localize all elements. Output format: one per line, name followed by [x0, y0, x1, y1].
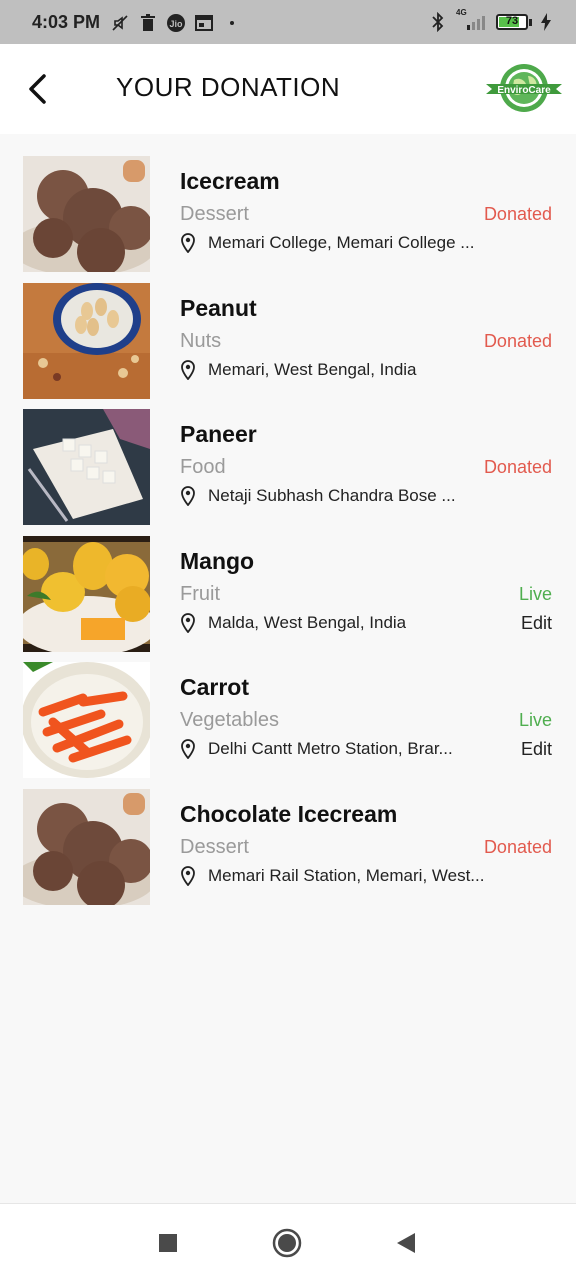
jio-icon: Jio — [166, 13, 186, 33]
status-badge: Donated — [483, 330, 552, 351]
donation-location: Memari College, Memari College ... — [208, 233, 475, 252]
battery-tip — [529, 18, 532, 26]
donation-info: Mango Fruit Live Malda, West Bengal, Ind… — [180, 546, 552, 635]
donation-item[interactable]: Icecream Dessert Donated Memari College,… — [0, 150, 576, 277]
location-pin-icon — [181, 739, 195, 759]
donation-info: Carrot Vegetables Live Delhi Cantt Metro… — [180, 672, 552, 761]
donation-image — [23, 156, 150, 272]
donation-name: Peanut — [180, 294, 257, 321]
donation-image — [23, 788, 150, 905]
donation-name: Carrot — [180, 674, 250, 700]
status-badge: Live — [518, 710, 552, 730]
donation-category: Vegetables — [180, 709, 279, 731]
donation-item[interactable]: Paneer Food Donated Netaji Subhash Chand… — [0, 403, 576, 530]
status-badge: Donated — [483, 457, 552, 477]
donation-meta: Fruit Live — [180, 581, 552, 607]
donation-location: Malda, West Bengal, India — [208, 612, 407, 632]
donation-item[interactable]: Peanut Nuts Donated Memari, West Bengal,… — [0, 277, 576, 404]
donation-info: Icecream Dessert Donated Memari College,… — [180, 166, 552, 255]
donation-name: Mango — [180, 547, 255, 574]
edit-button[interactable]: Edit — [521, 611, 552, 635]
logo-text: EnviroCare — [497, 85, 551, 96]
donation-item[interactable]: Chocolate Icecream Dessert Donated Memar… — [0, 783, 576, 910]
signal-icon: 4G — [456, 8, 488, 32]
home-circle-icon[interactable] — [272, 1228, 302, 1258]
donation-item[interactable]: Mango Fruit Live Malda, West Bengal, Ind… — [0, 530, 576, 657]
battery-level: 73 — [505, 15, 519, 27]
bluetooth-icon — [428, 12, 448, 32]
donation-image — [23, 282, 150, 399]
dot-icon — [222, 13, 242, 33]
calendar-icon — [194, 13, 214, 33]
donation-image — [23, 662, 150, 778]
donation-info: Peanut Nuts Donated Memari, West Bengal,… — [180, 293, 552, 382]
recents-square-icon[interactable] — [159, 1234, 177, 1252]
back-triangle-icon[interactable] — [395, 1232, 417, 1254]
status-system-icons: 4G 73 — [428, 8, 552, 32]
system-nav-bar — [0, 1203, 576, 1281]
envirocare-logo: EnviroCare — [484, 62, 564, 114]
battery-icon: 73 — [496, 14, 528, 30]
edit-button[interactable]: Edit — [521, 737, 552, 761]
page-title: YOUR DONATION — [116, 72, 341, 102]
status-badge: Donated — [483, 204, 552, 224]
donation-location-row: Memari, West Bengal, India — [180, 358, 552, 382]
status-time: 4:03 PM — [32, 12, 101, 32]
status-badge: Donated — [483, 836, 552, 857]
donation-location: Netaji Subhash Chandra Bose ... — [208, 486, 456, 505]
network-label: 4G — [456, 8, 467, 17]
donation-name: Paneer — [180, 421, 257, 447]
donation-list: Icecream Dessert Donated Memari College,… — [0, 150, 576, 909]
status-bar: 4:03 PM Jio 4G 73 — [0, 0, 576, 44]
donation-name: Icecream — [180, 168, 280, 194]
donation-info: Paneer Food Donated Netaji Subhash Chand… — [180, 419, 552, 508]
donation-meta: Dessert Donated — [180, 201, 552, 227]
svg-text:Jio: Jio — [169, 19, 183, 29]
donation-location-row: Delhi Cantt Metro Station, Brar... Edit — [180, 737, 552, 761]
trash-icon — [138, 13, 158, 33]
location-pin-icon — [181, 233, 195, 253]
donation-image — [23, 535, 150, 652]
donation-location-row: Memari College, Memari College ... — [180, 231, 552, 255]
mute-icon — [110, 13, 130, 33]
donation-image — [23, 409, 150, 525]
location-pin-icon — [181, 486, 195, 506]
donation-info: Chocolate Icecream Dessert Donated Memar… — [180, 799, 552, 888]
charging-icon — [540, 12, 552, 32]
donation-meta: Dessert Donated — [180, 834, 552, 860]
donation-item[interactable]: Carrot Vegetables Live Delhi Cantt Metro… — [0, 656, 576, 783]
donation-location-row: Memari Rail Station, Memari, West... — [180, 864, 552, 888]
location-pin-icon — [181, 359, 195, 380]
donation-location-row: Netaji Subhash Chandra Bose ... — [180, 484, 552, 508]
donation-location-row: Malda, West Bengal, India Edit — [180, 611, 552, 635]
chevron-left-icon — [29, 74, 46, 104]
donation-meta: Vegetables Live — [180, 707, 552, 733]
donation-location: Delhi Cantt Metro Station, Brar... — [208, 739, 453, 758]
back-button[interactable] — [22, 71, 52, 107]
donation-location: Memari Rail Station, Memari, West... — [208, 865, 485, 885]
donation-meta: Nuts Donated — [180, 328, 552, 354]
donation-name: Chocolate Icecream — [180, 800, 398, 827]
donation-location: Memari, West Bengal, India — [208, 359, 417, 379]
location-pin-icon — [181, 612, 195, 633]
donation-meta: Food Donated — [180, 454, 552, 480]
app-header: YOUR DONATION EnviroCare — [0, 44, 576, 134]
donation-category: Fruit — [180, 582, 220, 605]
status-badge: Live — [518, 583, 552, 604]
location-pin-icon — [181, 865, 195, 886]
status-notification-icons: Jio — [110, 13, 242, 33]
